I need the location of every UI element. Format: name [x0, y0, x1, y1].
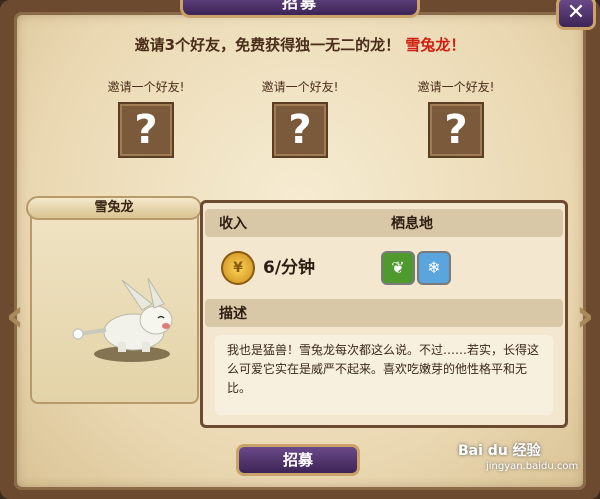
snowflake-icon: ❄ — [417, 251, 451, 285]
invite-slot-label: 邀请一个好友! — [261, 80, 339, 94]
coin-icon: ¥ — [221, 251, 255, 285]
watermark-url: jingyan.baidu.com — [486, 461, 579, 472]
next-arrow-button[interactable]: › — [570, 285, 600, 345]
chevron-left-icon: ‹ — [5, 288, 25, 342]
window-frame: 招募 ✕ 邀请3个好友，免费获得独一无二的龙！ 雪兔龙！ 邀请一个好友! ? 邀… — [0, 0, 600, 499]
invite-slot-3[interactable]: 邀请一个好友! ? — [386, 78, 526, 158]
chevron-right-icon: › — [575, 288, 595, 342]
close-icon: ✕ — [566, 0, 586, 25]
snow-rabbit-dragon-image — [72, 277, 173, 362]
income-value: 6/分钟 — [263, 258, 316, 278]
question-mark-icon: ? — [118, 102, 174, 158]
watermark-logo: Bai du 经验 — [458, 443, 541, 459]
income-header: 收入 — [219, 216, 247, 232]
invite-message: 邀请3个好友，免费获得独一无二的龙！ 雪兔龙！ — [0, 34, 600, 55]
close-button[interactable]: ✕ — [556, 0, 596, 30]
previous-arrow-button[interactable]: ‹ — [0, 285, 30, 345]
dragon-scroll: 雪兔龙 — [26, 196, 202, 404]
description-text: 我也是猛兽！雪兔龙每次都这么说。不过……若实，长得这么可爱它实在是威严不起来。喜… — [215, 335, 553, 415]
stats-header-bar: 收入 栖息地 — [205, 209, 563, 237]
question-mark-icon: ? — [428, 102, 484, 158]
dragon-name-label: 雪兔龙 — [26, 196, 202, 220]
invite-dragon-name: 雪兔龙 — [405, 36, 451, 54]
invite-slot-1[interactable]: 邀请一个好友! ? — [76, 78, 216, 158]
invite-text: 邀请3个好友，免费获得独一无二的龙！ — [134, 36, 401, 54]
invite-slot-label: 邀请一个好友! — [417, 80, 495, 94]
description-header-bar: 描述 — [205, 299, 563, 327]
dragon-info-panel: 收入 栖息地 ¥ 6/分钟 ❦ ❄ 描述 我也是猛兽！雪兔龙每次都这么说。不过…… — [200, 200, 568, 428]
habitat-header: 栖息地 — [391, 216, 433, 232]
invite-suffix: ！ — [450, 36, 466, 54]
leaf-icon: ❦ — [381, 251, 415, 285]
invite-slot-2[interactable]: 邀请一个好友! ? — [230, 78, 370, 158]
window-title: 招募 — [180, 0, 420, 18]
question-mark-icon: ? — [272, 102, 328, 158]
recruit-button[interactable]: 招募 — [236, 444, 360, 476]
description-header: 描述 — [219, 306, 247, 322]
invite-slot-label: 邀请一个好友! — [107, 80, 185, 94]
